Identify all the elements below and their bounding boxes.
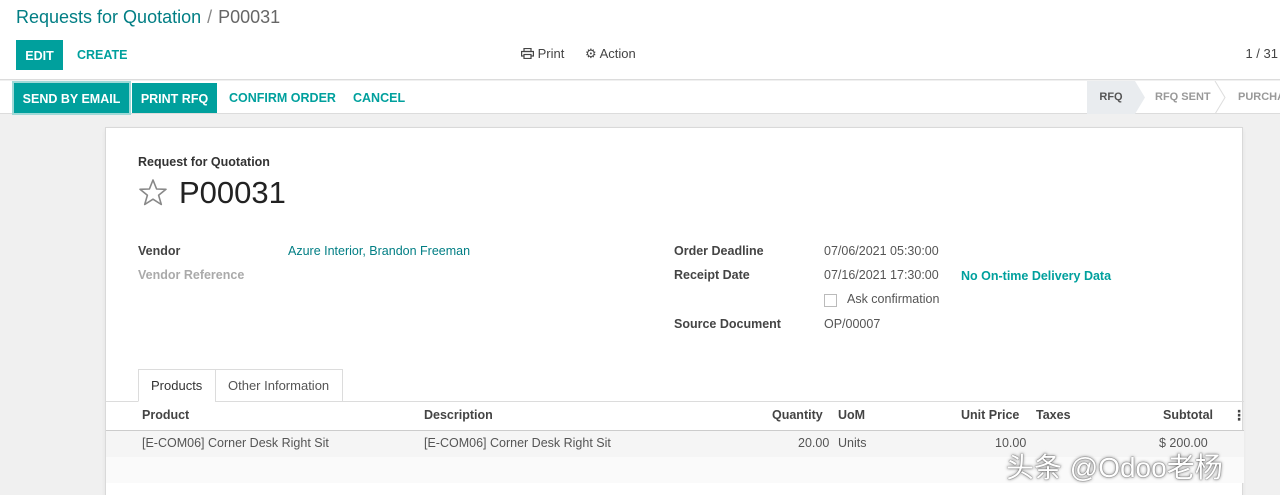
send-by-email-button[interactable]: SEND BY EMAIL: [14, 83, 129, 113]
source-document-label: Source Document: [674, 317, 781, 331]
column-header-unit-price[interactable]: Unit Price: [961, 408, 1019, 422]
order-deadline-label: Order Deadline: [674, 244, 764, 258]
cell-quantity: 20.00: [798, 436, 830, 450]
document-name: P00031: [179, 175, 286, 210]
action-label: Action: [599, 46, 636, 61]
column-header-uom[interactable]: UoM: [838, 408, 865, 422]
printer-icon: [521, 47, 535, 60]
vendor-value[interactable]: Azure Interior, Brandon Freeman: [288, 244, 470, 258]
pager-value[interactable]: 1 / 31: [1245, 46, 1278, 61]
tab-products[interactable]: Products: [138, 369, 216, 402]
cell-description: [E-COM06] Corner Desk Right Sit: [424, 436, 611, 450]
vendor-reference-label: Vendor Reference: [138, 268, 245, 282]
column-header-description[interactable]: Description: [424, 408, 493, 422]
column-header-subtotal[interactable]: Subtotal: [1163, 408, 1213, 422]
status-stage-purchase[interactable]: PURCHA: [1238, 81, 1280, 114]
form-sheet: Request for Quotation P00031 Vendor Azur…: [105, 127, 1246, 495]
print-label: Print: [537, 46, 565, 61]
ontime-delivery-link[interactable]: No On-time Delivery Data: [961, 269, 1111, 283]
status-stage-rfq[interactable]: RFQ: [1087, 81, 1135, 114]
source-document-value: OP/00007: [824, 317, 881, 331]
create-button[interactable]: CREATE: [77, 40, 127, 70]
control-panel: Requests for Quotation / P00031 EDIT CREAT…: [0, 0, 1280, 80]
breadcrumb-rfq-link[interactable]: Requests for Quotation: [16, 7, 201, 27]
ask-confirmation-checkbox[interactable]: [824, 294, 837, 307]
confirm-order-button[interactable]: CONFIRM ORDER: [229, 83, 336, 113]
print-menu[interactable]: Print: [521, 46, 564, 61]
breadcrumb: Requests for Quotation / P00031: [16, 7, 280, 28]
cancel-button[interactable]: CANCEL: [353, 83, 405, 113]
watermark-text: 头条 @Odoo老杨: [1006, 452, 1223, 483]
stage-arrow-icon: [1135, 81, 1145, 114]
ask-confirmation-label: Ask confirmation: [847, 292, 940, 306]
edit-button[interactable]: EDIT: [16, 40, 63, 70]
order-deadline-value: 07/06/2021 05:30:00: [824, 244, 939, 258]
cell-uom: Units: [838, 436, 867, 450]
receipt-date-value: 07/16/2021 17:30:00: [824, 268, 939, 282]
receipt-date-label: Receipt Date: [674, 268, 750, 282]
gear-icon: ⚙: [585, 46, 597, 61]
stage-chevron-icon: [1214, 81, 1226, 114]
statusbar: SEND BY EMAIL PRINT RFQ CONFIRM ORDER CA…: [0, 81, 1280, 114]
document-type-label: Request for Quotation: [138, 155, 270, 169]
star-icon[interactable]: [138, 178, 168, 208]
status-stage-rfq-sent[interactable]: RFQ SENT: [1155, 81, 1211, 114]
print-rfq-button[interactable]: PRINT RFQ: [132, 83, 217, 113]
breadcrumb-separator: /: [207, 7, 213, 27]
column-header-product[interactable]: Product: [142, 408, 189, 422]
cell-product: [E-COM06] Corner Desk Right Sit: [142, 436, 329, 450]
column-header-quantity[interactable]: Quantity: [772, 408, 823, 422]
column-header-taxes[interactable]: Taxes: [1036, 408, 1071, 422]
breadcrumb-current: P00031: [218, 7, 281, 27]
column-options-icon[interactable]: ⋮: [1232, 407, 1246, 424]
action-menu[interactable]: ⚙ Action: [585, 46, 636, 62]
tab-other-information[interactable]: Other Information: [215, 369, 343, 402]
vendor-label: Vendor: [138, 244, 181, 258]
